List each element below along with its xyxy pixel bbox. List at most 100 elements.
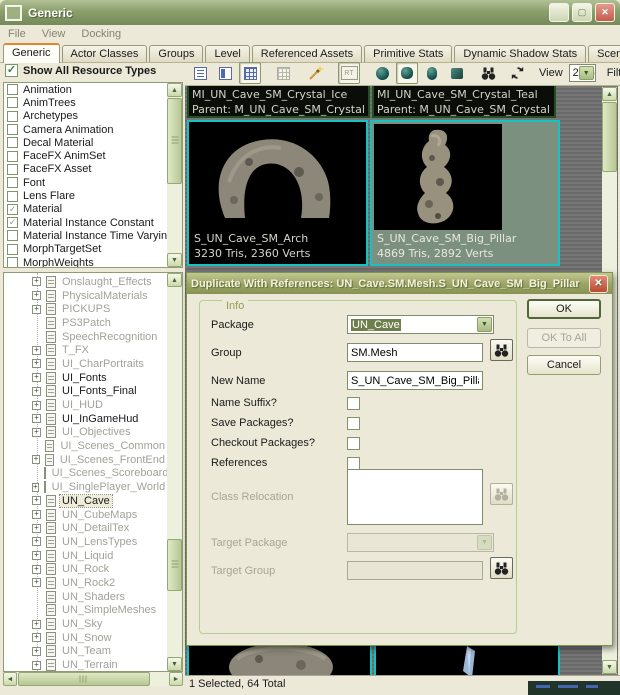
scroll-up-icon[interactable]: ▲ [167, 83, 182, 97]
scroll-down-icon[interactable]: ▼ [167, 657, 182, 671]
show-all-resource-types[interactable]: Show All Resource Types [5, 64, 156, 77]
resource-type-row[interactable]: MorphTargetSet [4, 243, 182, 256]
chevron-down-icon[interactable]: ▼ [579, 66, 594, 80]
scroll-up-icon[interactable]: ▲ [602, 87, 617, 101]
resource-type-checkbox[interactable] [7, 191, 18, 202]
resource-type-row[interactable]: FaceFX Asset [4, 163, 182, 176]
tree-item[interactable]: + UI_SinglePlayer_World [4, 480, 167, 494]
ok-button[interactable]: OK [527, 299, 601, 319]
tree-item[interactable]: + UN_Terrain [4, 658, 167, 672]
tree-item[interactable]: + UI_HUD [4, 398, 167, 412]
resource-type-row[interactable]: FaceFX AnimSet [4, 149, 182, 162]
resource-type-checkbox[interactable] [7, 230, 18, 241]
expand-icon[interactable]: + [32, 633, 41, 642]
refresh-icon[interactable] [506, 62, 528, 84]
tree-item[interactable]: + UN_LensTypes [4, 535, 167, 549]
resource-type-row[interactable]: AnimTrees [4, 96, 182, 109]
tab[interactable]: Primitive Stats [364, 45, 452, 62]
tab[interactable]: Referenced Assets [252, 45, 362, 62]
tab[interactable]: Actor Classes [62, 45, 148, 62]
resource-type-checkbox[interactable] [7, 111, 18, 122]
resource-type-checkbox[interactable] [7, 164, 18, 175]
list-view-icon[interactable] [189, 62, 211, 84]
tree-item[interactable]: + UN_DetailTex [4, 521, 167, 535]
scroll-thumb[interactable] [167, 539, 182, 591]
primitive-cylinder-icon[interactable] [421, 62, 443, 84]
dialog-checkbox[interactable] [347, 457, 360, 470]
expand-icon[interactable]: + [32, 414, 41, 423]
title-bar[interactable]: Generic ▢ ✕ [0, 0, 620, 25]
menu-item[interactable]: File [8, 28, 26, 40]
menu-item[interactable]: View [42, 28, 66, 40]
expand-icon[interactable]: + [32, 551, 41, 560]
tree-item[interactable]: + UI_CharPortraits [4, 357, 167, 371]
tab[interactable]: Generic [3, 43, 60, 63]
tree-item[interactable]: + UI_InGameHud [4, 412, 167, 426]
expand-icon[interactable]: + [32, 578, 41, 587]
resource-type-row[interactable]: MorphWeights [4, 256, 182, 268]
package-dropdown[interactable]: UN_Cave ▼ [347, 315, 494, 334]
dialog-checkbox[interactable] [347, 417, 360, 430]
class-relocation-textarea[interactable] [347, 469, 483, 525]
expand-icon[interactable]: + [32, 305, 41, 314]
scroll-left-icon[interactable]: ◄ [3, 672, 17, 686]
expand-icon[interactable]: + [32, 346, 41, 355]
tree-item[interactable]: + UN_Shaders [4, 590, 167, 604]
tree-item[interactable]: + UN_Cave [4, 494, 167, 508]
resource-type-row[interactable]: Camera Animation [4, 123, 182, 136]
tree-item[interactable]: + Onslaught_Effects [4, 275, 167, 289]
tree-h-scrollbar[interactable]: ◄ ► [3, 672, 183, 686]
search-binoculars-icon[interactable] [477, 62, 499, 84]
expand-icon[interactable]: + [32, 291, 41, 300]
expand-icon[interactable]: + [32, 359, 41, 368]
scroll-down-icon[interactable]: ▼ [167, 253, 182, 267]
tab[interactable]: Level [205, 45, 249, 62]
asset-tile[interactable]: MI_UN_Cave_SM_Crystal_Ice Parent: M_UN_C… [187, 86, 370, 118]
expand-icon[interactable]: + [32, 647, 41, 656]
asset-tile[interactable]: S_UN_Cave_SM_Crystal_3 [374, 643, 560, 675]
resource-type-row[interactable]: Material Instance Constant [4, 216, 182, 229]
tree-item[interactable]: + UI_Scenes_FrontEnd [4, 453, 167, 467]
asset-tile[interactable]: S_UN_Cave_SM_Crystal_2 [187, 643, 372, 675]
expand-icon[interactable]: + [32, 387, 41, 396]
expand-icon[interactable]: + [32, 483, 39, 492]
tree-item[interactable]: + T_FX [4, 343, 167, 357]
expand-icon[interactable]: + [32, 565, 41, 574]
resource-type-row[interactable]: Archetypes [4, 110, 182, 123]
expand-icon[interactable]: + [32, 373, 41, 382]
tree-item[interactable]: + UN_Snow [4, 631, 167, 645]
tree-item[interactable]: + UN_Sky [4, 617, 167, 631]
tree-item[interactable]: + UN_SimpleMeshes [4, 604, 167, 618]
realtime-preview-icon[interactable]: RT [338, 62, 360, 84]
tree-item[interactable]: + UN_Liquid [4, 549, 167, 563]
resource-type-row[interactable]: Animation [4, 83, 182, 96]
scroll-right-icon[interactable]: ► [169, 672, 183, 686]
resource-type-row[interactable]: Material [4, 203, 182, 216]
tree-item[interactable]: + PhysicalMaterials [4, 289, 167, 303]
resource-type-checkbox[interactable] [7, 204, 18, 215]
cancel-button[interactable]: Cancel [527, 355, 601, 375]
asset-tile-selected[interactable]: S_UN_Cave_SM_Big_Pillar 4869 Tris, 2892 … [370, 120, 560, 266]
scroll-down-icon[interactable]: ▼ [602, 660, 617, 674]
tab[interactable]: Scene Manager [588, 45, 620, 62]
tree-item[interactable]: + PICKUPS [4, 302, 167, 316]
dialog-checkbox[interactable] [347, 397, 360, 410]
group-input[interactable] [347, 343, 483, 362]
resource-type-row[interactable]: Font [4, 176, 182, 189]
scroll-thumb[interactable] [167, 98, 182, 184]
tab[interactable]: Dynamic Shadow Stats [454, 45, 586, 62]
tree-item[interactable]: + UI_Scenes_Scoreboards [4, 467, 167, 481]
new-name-input[interactable] [347, 371, 483, 390]
tree-item[interactable]: + UI_Objectives [4, 426, 167, 440]
scroll-thumb[interactable] [602, 102, 617, 172]
rename-wand-icon[interactable] [305, 62, 327, 84]
primitive-blob-icon[interactable] [396, 62, 418, 84]
resource-list-scrollbar[interactable]: ▲ ▼ [167, 83, 182, 267]
resource-type-checkbox[interactable] [7, 244, 18, 255]
scroll-up-icon[interactable]: ▲ [167, 273, 182, 287]
tree-item[interactable]: + SpeechRecognition [4, 330, 167, 344]
resource-type-row[interactable]: Lens Flare [4, 189, 182, 202]
resource-type-row[interactable]: Decal Material [4, 136, 182, 149]
tree-item[interactable]: + UN_CubeMaps [4, 508, 167, 522]
expand-icon[interactable]: + [32, 277, 41, 286]
